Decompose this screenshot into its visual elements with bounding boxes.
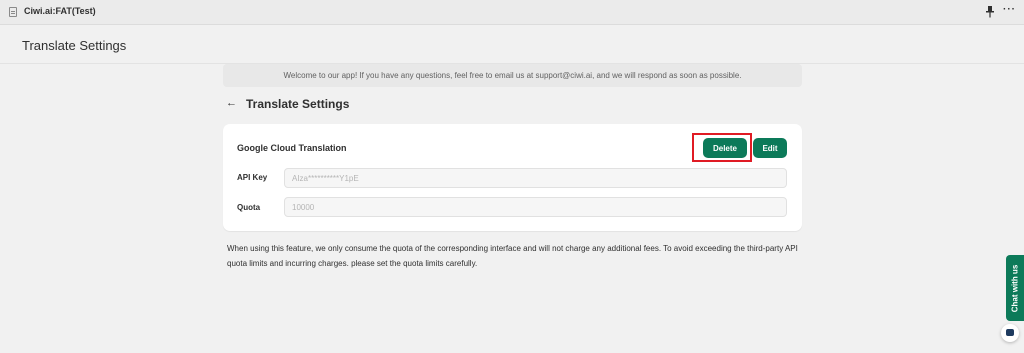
api-key-field[interactable]: AIza**********Y1pE xyxy=(284,168,787,188)
chat-tab-label: Chat with us xyxy=(1010,264,1020,312)
more-options-icon[interactable]: ··· xyxy=(1003,4,1016,15)
welcome-banner: Welcome to our app! If you have any ques… xyxy=(223,64,802,87)
page-header: Translate Settings xyxy=(0,25,1024,64)
delete-button[interactable]: Delete xyxy=(703,138,747,158)
app-name: Ciwi.ai:FAT(Test) xyxy=(24,6,96,16)
translation-provider-card: Google Cloud Translation Delete Edit API… xyxy=(223,124,802,231)
chat-bubble-icon[interactable] xyxy=(1001,324,1019,342)
back-arrow-icon[interactable]: ← xyxy=(226,97,237,109)
chat-tab-label-wrap: Chat with us xyxy=(1006,255,1024,321)
section-title: Translate Settings xyxy=(246,97,350,111)
quota-label: Quota xyxy=(237,203,261,212)
usage-footnote: When using this feature, we only consume… xyxy=(227,244,798,268)
page-title: Translate Settings xyxy=(22,38,127,53)
provider-title: Google Cloud Translation xyxy=(237,143,347,153)
app-top-bar: Ciwi.ai:FAT(Test) ··· xyxy=(0,0,1024,25)
api-key-label: API Key xyxy=(237,173,268,182)
app-document-icon xyxy=(9,7,17,17)
pin-icon[interactable] xyxy=(986,6,994,18)
quota-field[interactable]: 10000 xyxy=(284,197,787,217)
edit-button[interactable]: Edit xyxy=(753,138,787,158)
